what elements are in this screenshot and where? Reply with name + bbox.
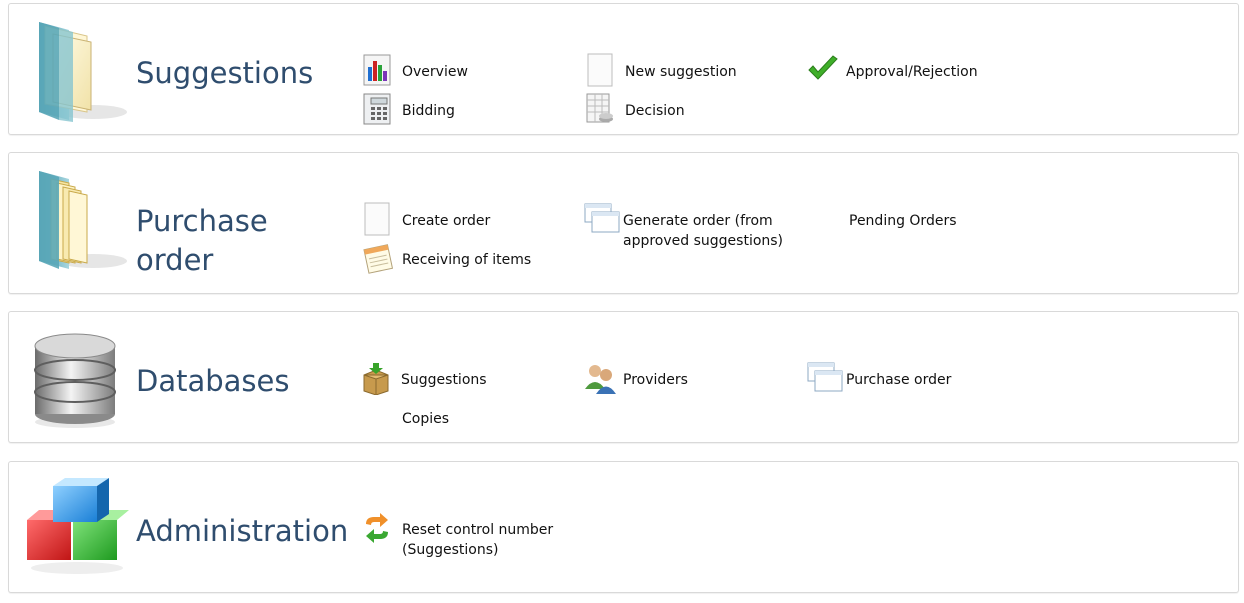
receiving-items-label: Receiving of items bbox=[402, 252, 532, 268]
new-suggestion-link[interactable]: New suggestion bbox=[585, 53, 737, 87]
folder-icon bbox=[25, 16, 129, 128]
users-icon bbox=[583, 361, 616, 395]
page-title-purchase-order: Purchase order bbox=[136, 202, 268, 280]
approval-rejection-label: Approval/Rejection bbox=[846, 64, 978, 80]
purchase-order-db-label: Purchase order bbox=[846, 372, 952, 388]
purchase-order-panel: Purchase order Create order Generate ord… bbox=[8, 152, 1239, 294]
generate-order-link[interactable]: Generate order (from approved suggestion… bbox=[583, 203, 783, 251]
blank-page-icon bbox=[362, 202, 392, 236]
page-title-databases: Databases bbox=[136, 364, 290, 398]
bar-chart-icon bbox=[362, 53, 392, 87]
box-download-icon bbox=[361, 361, 391, 396]
create-order-link[interactable]: Create order bbox=[362, 202, 491, 236]
generate-order-line-1: Generate order (from bbox=[623, 213, 773, 229]
decision-label: Decision bbox=[625, 103, 685, 119]
calculator-icon bbox=[362, 92, 392, 126]
notepad-icon bbox=[362, 241, 394, 275]
refresh-arrows-icon bbox=[362, 511, 392, 545]
databases-panel: Databases Suggestions Providers Purchase… bbox=[8, 311, 1239, 443]
generate-order-line-2: approved suggestions) bbox=[623, 233, 784, 249]
reset-control-number-label: Reset control number (Suggestions) bbox=[402, 520, 553, 560]
providers-link[interactable]: Providers bbox=[583, 365, 688, 395]
checkmark-icon bbox=[806, 53, 838, 87]
decision-link[interactable]: Decision bbox=[585, 93, 685, 126]
db-suggestions-link[interactable]: Suggestions bbox=[361, 363, 487, 396]
database-icon bbox=[25, 324, 125, 432]
overview-label: Overview bbox=[402, 64, 468, 80]
page-title-suggestions: Suggestions bbox=[136, 56, 314, 90]
pending-orders-link[interactable]: Pending Orders bbox=[849, 211, 957, 231]
providers-label: Providers bbox=[623, 372, 688, 388]
title-line-2: order bbox=[136, 243, 214, 277]
copies-link[interactable]: Copies bbox=[402, 409, 449, 429]
page-title-administration: Administration bbox=[136, 514, 349, 548]
reset-control-number-link[interactable]: Reset control number (Suggestions) bbox=[362, 513, 553, 560]
new-suggestion-label: New suggestion bbox=[625, 64, 737, 80]
spreadsheet-icon bbox=[585, 92, 615, 126]
db-suggestions-label: Suggestions bbox=[401, 372, 487, 388]
bidding-label: Bidding bbox=[402, 103, 455, 119]
title-line-1: Purchase bbox=[136, 204, 268, 238]
cubes-icon bbox=[25, 476, 129, 580]
create-order-label: Create order bbox=[402, 213, 491, 229]
pending-orders-label: Pending Orders bbox=[849, 213, 957, 229]
approval-rejection-link[interactable]: Approval/Rejection bbox=[806, 55, 978, 87]
blank-page-icon bbox=[585, 53, 615, 87]
suggestions-panel: Suggestions Overview New suggestion Appr… bbox=[8, 3, 1239, 135]
purchase-order-db-link[interactable]: Purchase order bbox=[806, 362, 952, 395]
open-folder-icon bbox=[25, 165, 129, 277]
overview-link[interactable]: Overview bbox=[362, 54, 468, 87]
windows-icon bbox=[583, 202, 620, 236]
reset-line-1: Reset control number bbox=[402, 522, 554, 538]
generate-order-label: Generate order (from approved suggestion… bbox=[623, 211, 783, 251]
copies-label: Copies bbox=[402, 411, 450, 427]
reset-line-2: (Suggestions) bbox=[402, 542, 499, 558]
administration-panel: Administration Reset control number (Sug… bbox=[8, 461, 1239, 593]
receiving-items-link[interactable]: Receiving of items bbox=[362, 244, 532, 275]
bidding-link[interactable]: Bidding bbox=[362, 93, 455, 126]
windows-icon bbox=[806, 361, 843, 395]
